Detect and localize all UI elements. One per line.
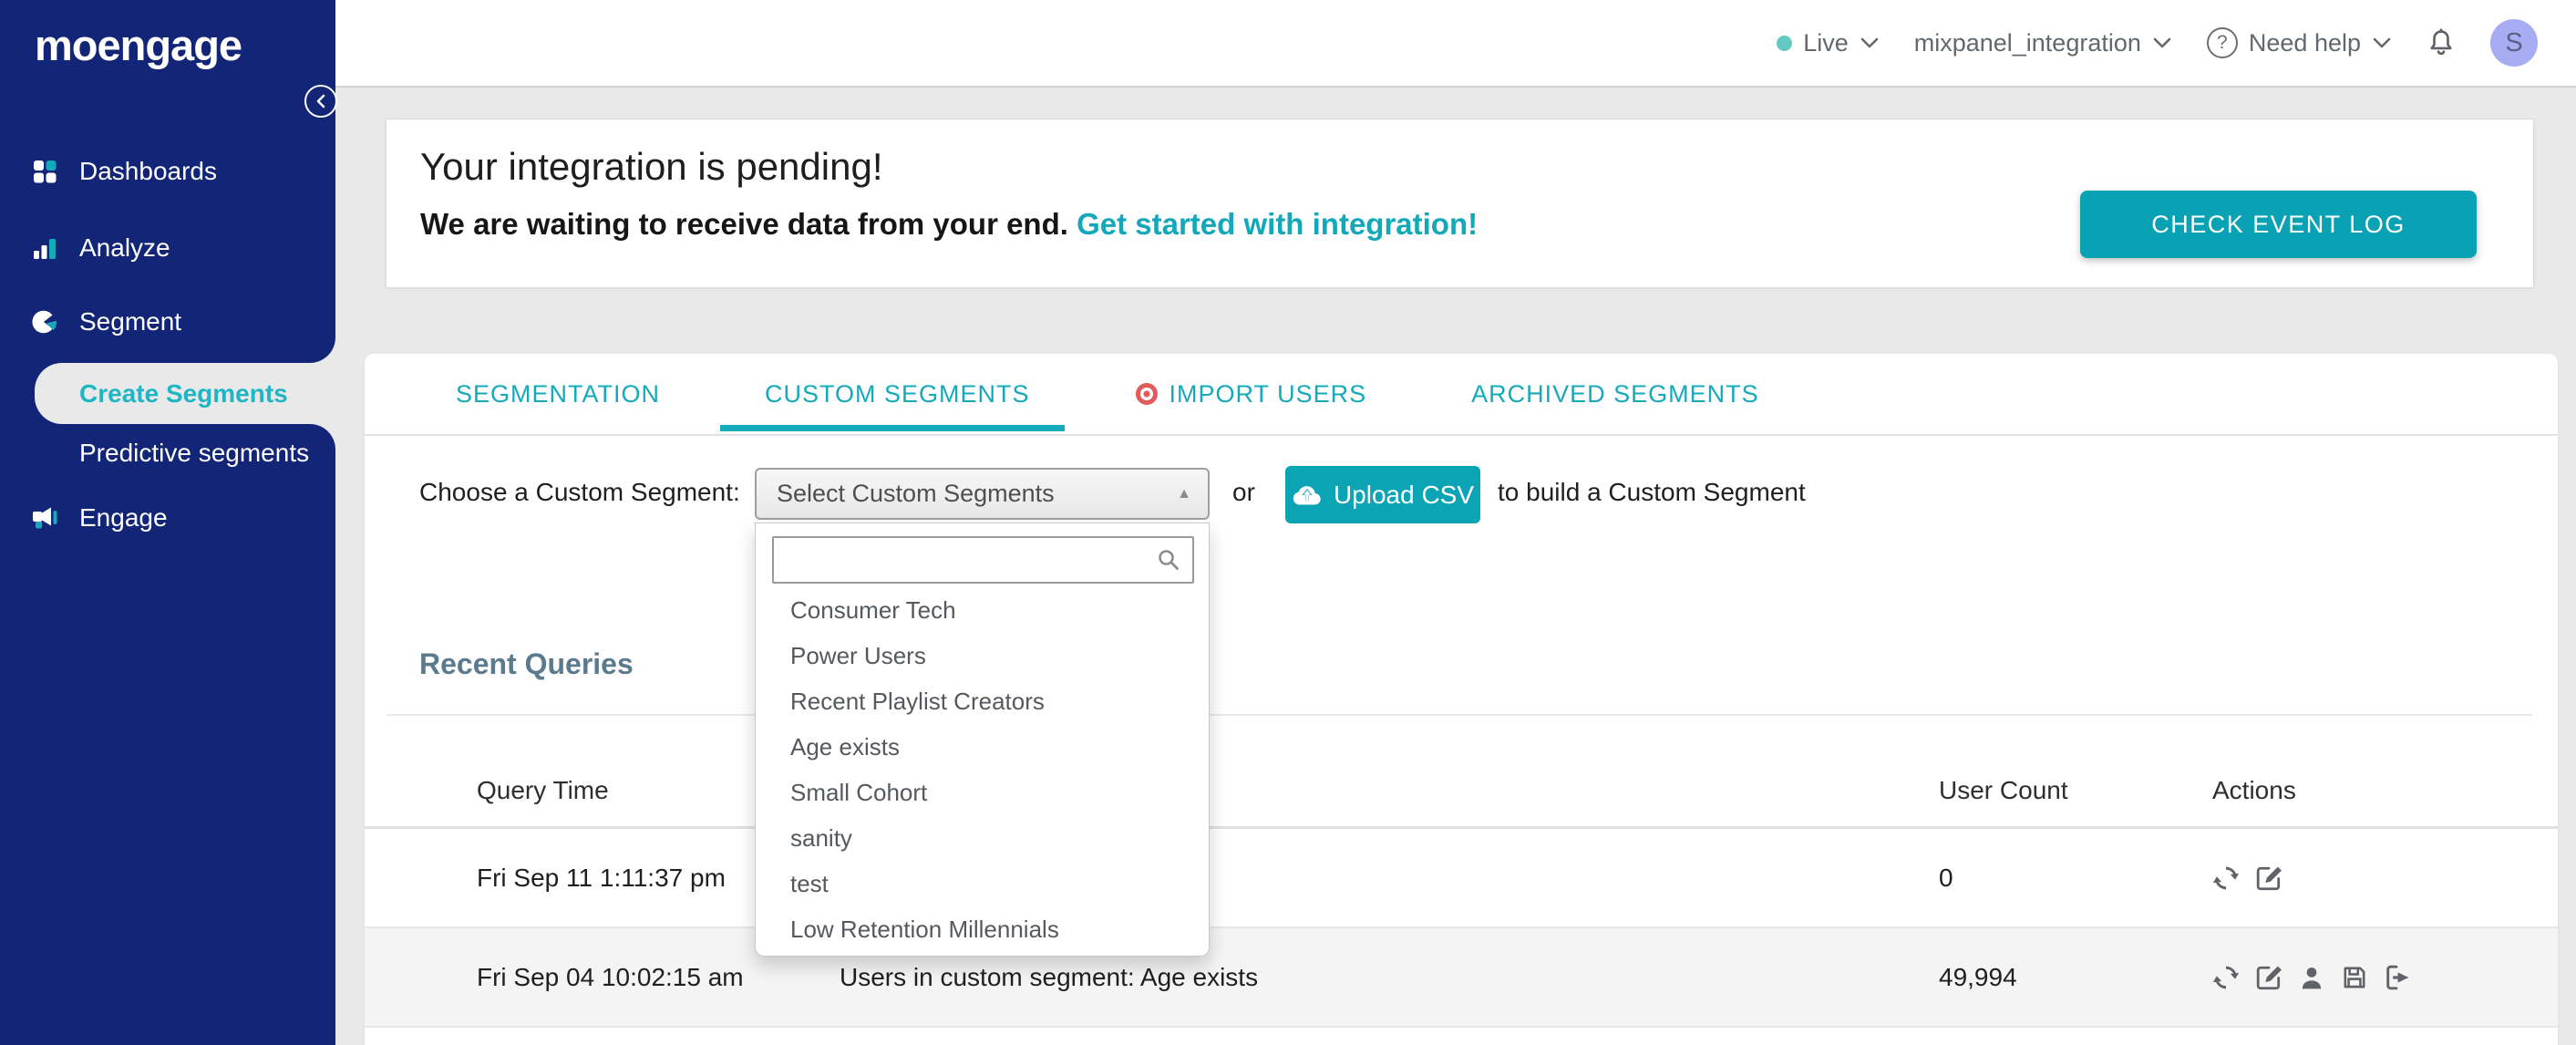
table-row: Fri Sep 11 1:11:37 pm 0 <box>365 829 2558 928</box>
refresh-icon[interactable] <box>2212 964 2240 991</box>
project-name: mixpanel_integration <box>1913 28 2141 57</box>
live-status-dot <box>1777 35 1793 51</box>
sidebar-item-label: Engage <box>79 503 168 532</box>
segment-option[interactable]: Low Retention Millennials <box>756 906 1209 952</box>
help-label: Need help <box>2248 28 2361 57</box>
chevron-down-icon <box>2373 37 2391 48</box>
table-header-row: Query Time User Count Actions <box>365 755 2558 826</box>
recent-queries-title: Recent Queries <box>419 647 634 680</box>
get-started-link[interactable]: Get started with integration! <box>1077 207 1478 241</box>
column-header-user-count: User Count <box>1939 776 2068 804</box>
segment-tabs: SEGMENTATION CUSTOM SEGMENTS IMPORT USER… <box>365 354 2558 436</box>
table-row: Fri Sep 04 10:02:15 am Users in custom s… <box>365 928 2558 1028</box>
tab-label: SEGMENTATION <box>456 379 661 408</box>
export-icon[interactable] <box>2384 964 2411 991</box>
tab-segmentation[interactable]: SEGMENTATION <box>456 380 660 409</box>
segment-option[interactable]: Consumer Tech <box>756 587 1209 633</box>
chevron-down-icon <box>2153 37 2171 48</box>
dashboards-grid-icon <box>34 160 57 183</box>
sidebar-corner-decoration <box>310 337 335 363</box>
user-count-cell: 0 <box>1939 863 1953 892</box>
query-info-cell: Users in custom segment: Age exists <box>840 962 1259 991</box>
check-event-log-button[interactable]: CHECK EVENT LOG <box>2080 191 2477 258</box>
sidebar-item-engage[interactable]: Engage <box>0 491 335 545</box>
segment-option[interactable]: Small Cohort <box>756 770 1209 815</box>
tab-label: CUSTOM SEGMENTS <box>765 379 1030 408</box>
segment-options-list: Consumer Tech Power Users Recent Playlis… <box>756 587 1209 952</box>
banner-subtitle-text: We are waiting to receive data from your… <box>420 207 1077 241</box>
segment-search-input[interactable] <box>785 544 1156 575</box>
custom-segment-select[interactable]: Select Custom Segments ▲ <box>755 468 1210 520</box>
user-count-cell: 49,994 <box>1939 962 2017 991</box>
edit-icon[interactable] <box>2255 964 2282 991</box>
upload-csv-label: Upload CSV <box>1333 480 1475 509</box>
chevron-down-icon <box>1860 37 1879 48</box>
moengage-app: moengage Dashboards Analyze Segment Crea… <box>0 0 2576 1045</box>
section-divider <box>386 714 2532 716</box>
record-dot-icon <box>1135 383 1158 405</box>
sidebar: moengage Dashboards Analyze Segment Crea… <box>0 0 337 1045</box>
segment-option[interactable]: Power Users <box>756 633 1209 678</box>
tab-label: ARCHIVED SEGMENTS <box>1471 379 1759 408</box>
notifications-bell-icon[interactable] <box>2427 27 2456 58</box>
segment-option[interactable]: test <box>756 861 1209 906</box>
sidebar-collapse-button[interactable] <box>304 85 337 118</box>
sidebar-item-create-segments[interactable]: Create Segments <box>35 363 335 424</box>
column-header-actions: Actions <box>2212 776 2296 804</box>
upload-csv-button[interactable]: Upload CSV <box>1285 466 1480 523</box>
recent-queries-table: Query Time User Count Actions Fri Sep 11… <box>365 755 2558 1028</box>
save-icon[interactable] <box>2341 964 2368 991</box>
segment-search-box <box>772 536 1194 584</box>
pie-chart-icon <box>32 310 57 334</box>
sidebar-item-dashboards[interactable]: Dashboards <box>0 144 335 199</box>
environment-label: Live <box>1803 28 1849 57</box>
actions-cell <box>2212 964 2558 991</box>
sidebar-item-analyze[interactable]: Analyze <box>0 221 335 275</box>
sidebar-item-predictive-segments[interactable]: Predictive segments <box>0 429 335 478</box>
build-segment-suffix: to build a Custom Segment <box>1498 478 1806 506</box>
sidebar-item-label: Create Segments <box>79 378 288 408</box>
choose-segment-label: Choose a Custom Segment: <box>419 478 740 506</box>
caret-up-icon: ▲ <box>1177 485 1191 502</box>
sidebar-item-label: Segment <box>79 307 182 336</box>
integration-pending-banner: Your integration is pending! We are wait… <box>386 119 2534 288</box>
segment-option[interactable]: sanity <box>756 815 1209 861</box>
avatar-initial: S <box>2505 27 2523 57</box>
banner-subtitle: We are waiting to receive data from your… <box>420 207 1478 242</box>
actions-cell <box>2212 864 2558 892</box>
project-switcher[interactable]: mixpanel_integration <box>1914 29 2172 57</box>
or-text: or <box>1232 478 1255 506</box>
sidebar-item-segment[interactable]: Segment <box>0 295 335 349</box>
segments-content-card: SEGMENTATION CUSTOM SEGMENTS IMPORT USER… <box>365 354 2558 1045</box>
sidebar-corner-decoration <box>310 424 335 450</box>
select-value: Select Custom Segments <box>777 480 1055 507</box>
sidebar-item-label: Analyze <box>79 233 170 262</box>
moengage-logo[interactable]: moengage <box>35 20 242 70</box>
edit-icon[interactable] <box>2255 864 2282 892</box>
query-time-cell: Fri Sep 04 10:02:15 am <box>477 962 744 991</box>
tab-import-users[interactable]: IMPORT USERS <box>1135 380 1367 409</box>
search-icon <box>1159 550 1179 570</box>
tab-custom-segments[interactable]: CUSTOM SEGMENTS <box>765 380 1030 409</box>
sidebar-item-label: Predictive segments <box>79 439 310 467</box>
megaphone-icon <box>33 507 57 529</box>
segment-option[interactable]: Age exists <box>756 724 1209 770</box>
chevron-left-icon <box>316 94 325 109</box>
topbar: Live mixpanel_integration ? Need help S <box>335 0 2576 88</box>
segment-option[interactable]: Recent Playlist Creators <box>756 678 1209 724</box>
help-menu[interactable]: ? Need help <box>2206 27 2392 58</box>
bar-chart-icon <box>34 239 56 259</box>
tab-archived-segments[interactable]: ARCHIVED SEGMENTS <box>1471 380 1759 409</box>
sidebar-item-label: Dashboards <box>79 157 217 185</box>
user-avatar[interactable]: S <box>2490 19 2538 67</box>
question-circle-icon: ? <box>2206 27 2238 58</box>
custom-segment-dropdown-panel: Consumer Tech Power Users Recent Playlis… <box>755 522 1210 957</box>
cloud-upload-icon <box>1293 485 1321 505</box>
banner-title: Your integration is pending! <box>420 145 883 188</box>
user-icon[interactable] <box>2298 964 2325 991</box>
refresh-icon[interactable] <box>2212 864 2240 892</box>
environment-switcher[interactable]: Live <box>1777 29 1880 57</box>
active-tab-underline <box>720 425 1065 431</box>
tab-label: IMPORT USERS <box>1169 379 1367 408</box>
